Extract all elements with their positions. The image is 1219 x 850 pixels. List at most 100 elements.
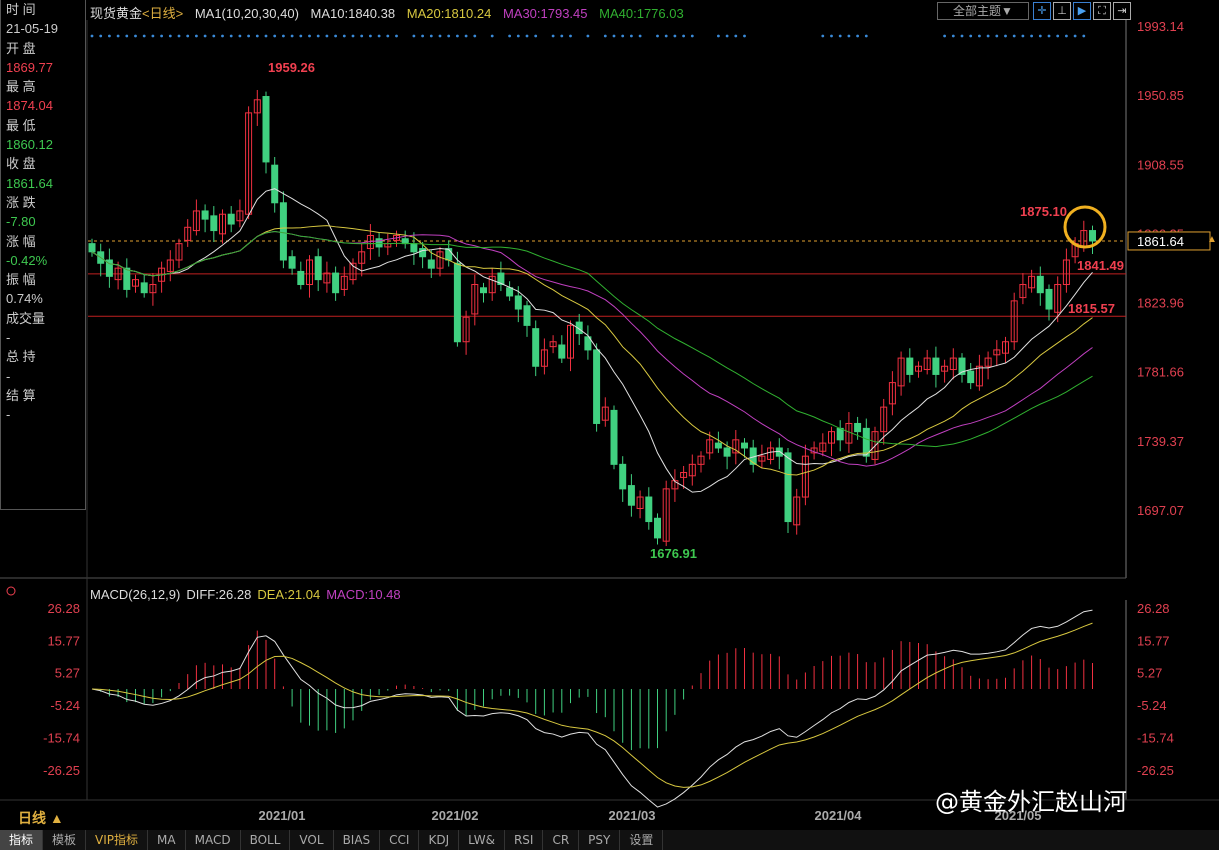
macd-tick-right: 26.28 <box>1137 601 1170 616</box>
candle-body <box>427 259 435 269</box>
tab-8[interactable]: CCI <box>380 830 420 850</box>
marker-dot <box>864 34 868 38</box>
info-value: 0.74% <box>6 291 43 307</box>
price-tick: 1781.66 <box>1137 365 1184 380</box>
tab-9[interactable]: KDJ <box>419 830 460 850</box>
info-label: 时 间 <box>6 2 36 17</box>
marker-dot <box>586 34 590 38</box>
macd-tick-left: -5.24 <box>50 698 80 713</box>
indicator-tabs: 指标 模板 VIP指标 MA MACD BOLL VOL BIAS CCI KDJ LW& RSI CR… <box>0 830 1219 850</box>
marker-dot <box>334 34 337 38</box>
candle-body <box>88 243 96 253</box>
marker-dot <box>960 34 964 38</box>
macd-tick-left: -15.74 <box>43 731 80 746</box>
info-label: 结 算 <box>6 387 36 403</box>
marker-dot <box>238 34 242 38</box>
marker-dot <box>1030 34 1033 38</box>
date-tick: 2021/02 <box>432 808 479 823</box>
marker-dot <box>186 34 190 38</box>
candle-body <box>619 463 627 490</box>
tab-0[interactable]: 指标 <box>0 830 44 850</box>
marker-dot <box>429 34 433 38</box>
tab-5[interactable]: BOLL <box>241 830 291 850</box>
candle-body <box>906 357 914 375</box>
candle-body <box>410 243 418 253</box>
marker-dot <box>621 34 625 38</box>
tab-14[interactable]: 设置 <box>620 830 664 850</box>
tab-4[interactable]: MACD <box>186 830 241 850</box>
candle-body <box>288 256 296 269</box>
marker-dot <box>229 34 233 38</box>
marker-dot <box>1082 34 1086 38</box>
info-value: 1869.77 <box>6 59 53 75</box>
marker-dot <box>1012 34 1016 38</box>
marker-dot <box>421 34 424 38</box>
tab-6[interactable]: VOL <box>290 830 334 850</box>
marker-dot <box>951 34 955 38</box>
marker-dot <box>734 34 738 38</box>
marker-dot <box>1021 34 1025 38</box>
candle-body <box>140 282 148 294</box>
info-value: - <box>6 368 11 384</box>
candle-body <box>227 213 235 225</box>
tab-13[interactable]: PSY <box>579 830 621 850</box>
info-value: - <box>6 330 11 346</box>
dea-line <box>91 622 1093 788</box>
tab-10[interactable]: LW& <box>459 830 505 850</box>
marker-dot <box>1047 34 1051 38</box>
info-value: 1860.12 <box>6 137 53 153</box>
tab-11[interactable]: RSI <box>505 830 544 850</box>
tab-3[interactable]: MA <box>148 830 186 850</box>
price-tick: 1739.37 <box>1137 434 1184 449</box>
last-price-arrow: ▲ <box>1207 234 1217 245</box>
marker-dot <box>264 34 268 38</box>
marker-dot <box>1038 34 1042 38</box>
marker-dot <box>943 34 946 38</box>
candle-body <box>932 357 940 375</box>
marker-dot <box>516 34 520 38</box>
info-label: 成交量 <box>6 310 46 326</box>
info-label: 开 盘 <box>6 40 36 56</box>
tab-1[interactable]: 模板 <box>43 830 87 850</box>
info-label: 涨 跌 <box>6 194 36 210</box>
marker-dot <box>569 34 572 38</box>
marker-dot <box>386 34 390 38</box>
candle-body <box>480 287 487 294</box>
marker-dot <box>160 34 164 38</box>
period-button[interactable]: 日线 ▲ <box>18 808 64 828</box>
info-label: 振 幅 <box>6 272 36 288</box>
tab-12[interactable]: CR <box>543 830 580 850</box>
marker-dot <box>682 34 685 38</box>
info-panel: 时 间 21-05-19 开 盘 1869.77 最 高 1874.04 最 低 1860.1… <box>0 0 86 510</box>
marker-dot <box>995 34 999 38</box>
tab-2[interactable]: VIP指标 <box>86 830 149 850</box>
ma20-line <box>91 225 1093 476</box>
candle-body <box>262 96 270 163</box>
candle-body <box>1089 230 1096 242</box>
last-price-label: 1861.64 <box>1137 234 1184 249</box>
marker-dot <box>534 34 538 38</box>
marker-dot <box>551 34 555 38</box>
marker-dot <box>316 34 320 38</box>
price-chart[interactable]: 1993.141950.851908.551866.251823.961781.… <box>0 0 1219 830</box>
info-label: 涨 幅 <box>6 233 36 249</box>
price-annotation: 1841.49 <box>1077 258 1124 273</box>
macd-tick-right: -15.74 <box>1137 731 1174 746</box>
marker-dot <box>630 34 633 38</box>
marker-dot <box>830 34 833 38</box>
marker-dot <box>821 34 825 38</box>
info-value: -0.42% <box>6 252 48 268</box>
marker-dot <box>360 34 364 38</box>
candle-body <box>419 248 427 258</box>
marker-dot <box>656 34 659 38</box>
marker-dot <box>1065 34 1068 38</box>
marker-dot <box>116 34 120 38</box>
marker-dot <box>395 34 398 38</box>
candle-body <box>506 287 514 297</box>
diff-line <box>91 609 1093 808</box>
tab-7[interactable]: BIAS <box>334 830 381 850</box>
price-tick: 1697.07 <box>1137 503 1184 518</box>
price-annotation: 1959.26 <box>268 60 315 75</box>
candle-body <box>210 215 218 232</box>
candle-body <box>453 262 461 343</box>
